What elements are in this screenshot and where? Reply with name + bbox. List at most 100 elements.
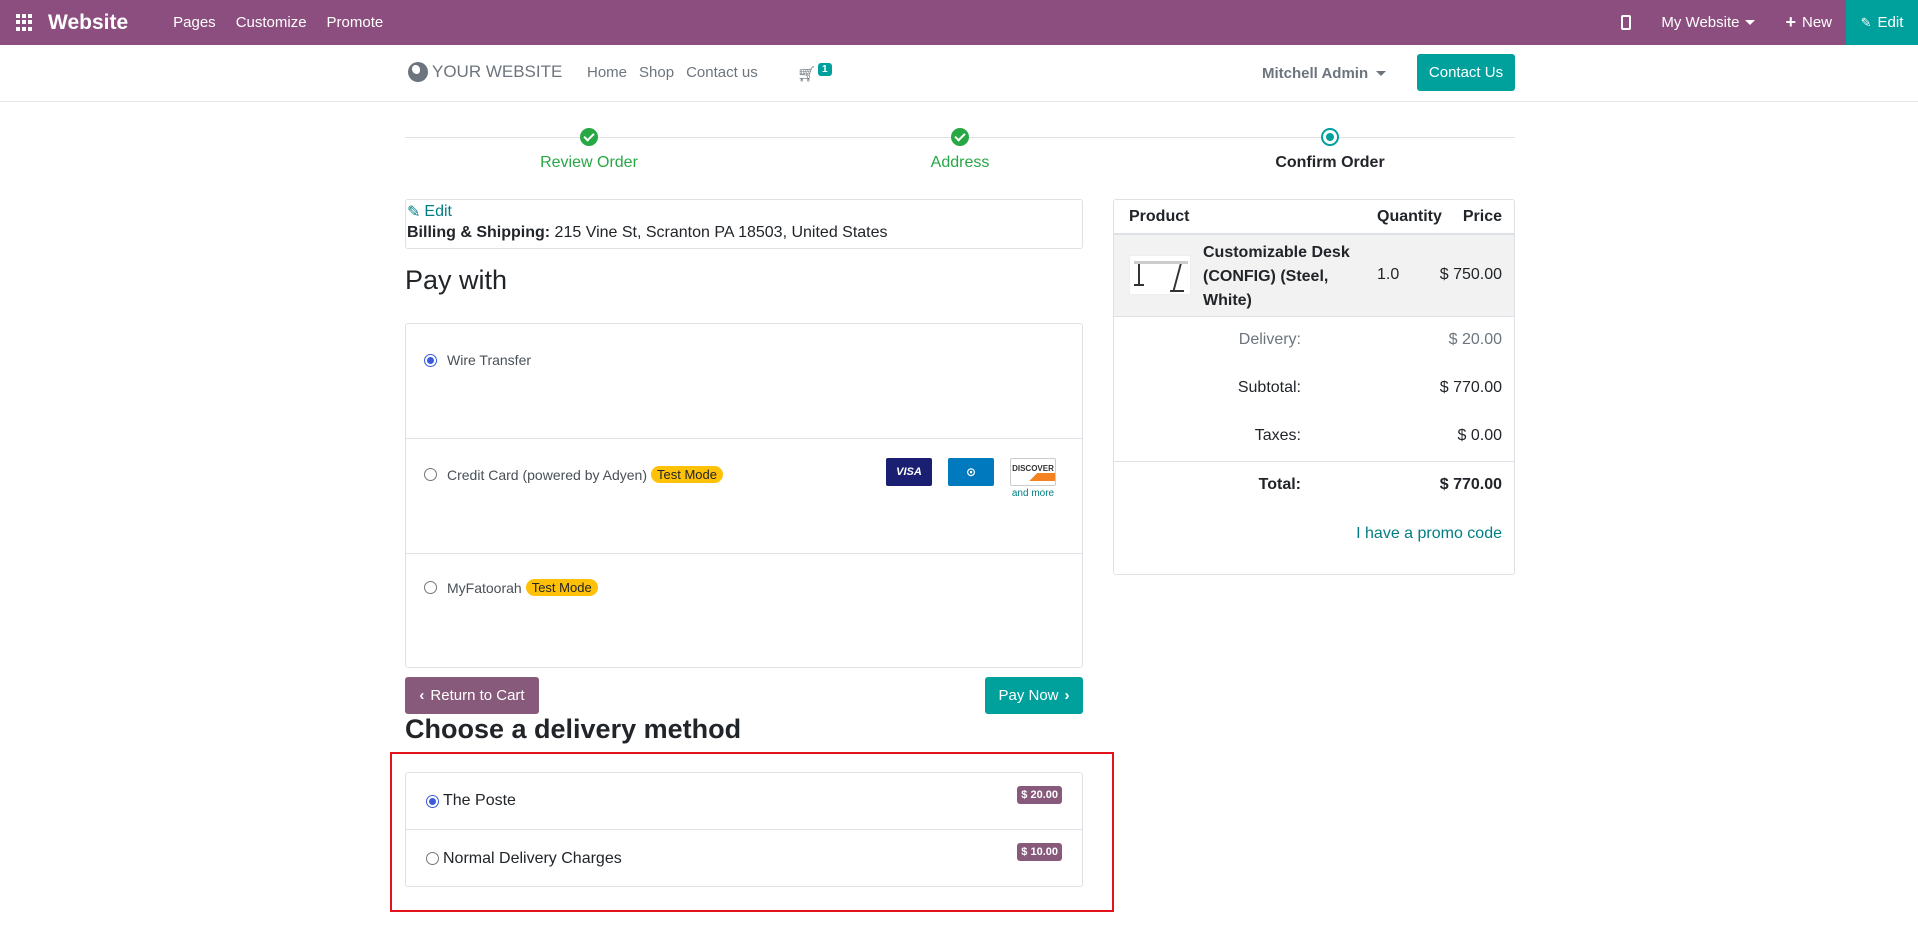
- new-button[interactable]: + New: [1785, 12, 1832, 33]
- payment-option-myfatoorah[interactable]: MyFatoorah Test Mode: [406, 554, 1082, 669]
- return-to-cart-button[interactable]: ‹ Return to Cart: [405, 677, 539, 714]
- taxes-label: Taxes:: [1254, 427, 1301, 444]
- delivery-method-heading: Choose a delivery method: [405, 714, 742, 744]
- chevron-right-icon: ›: [1064, 687, 1070, 704]
- site-header: YOUR WEBSITE Home Shop Contact us 🛒︎ 1 M…: [0, 45, 1918, 102]
- website-selector-label: My Website: [1661, 14, 1740, 31]
- pay-with-heading: Pay with: [405, 265, 508, 295]
- test-mode-badge: Test Mode: [525, 579, 598, 596]
- edit-address-link[interactable]: ✎ Edit: [407, 202, 1081, 222]
- shopping-cart-icon: 🛒︎: [797, 66, 817, 83]
- product-price: $ 750.00: [1439, 266, 1502, 283]
- subtotal-value: $ 770.00: [1439, 379, 1502, 396]
- pay-now-label: Pay Now: [998, 687, 1059, 704]
- step-label: Address: [930, 154, 990, 171]
- taxes-row: Taxes: $ 0.00: [1114, 413, 1514, 461]
- address-card: ✎ Edit Billing & Shipping: 215 Vine St, …: [405, 199, 1083, 249]
- billing-shipping-address: 215 Vine St, Scranton PA 18503, United S…: [554, 224, 888, 241]
- check-circle-icon: [580, 128, 598, 146]
- new-button-label: New: [1801, 14, 1832, 31]
- pencil-icon: ✎: [1860, 14, 1872, 30]
- discover-logo-group: DISCOVER and more: [1010, 458, 1056, 499]
- site-logo[interactable]: YOUR WEBSITE: [408, 62, 562, 82]
- subtotal-label: Subtotal:: [1237, 379, 1301, 396]
- nav-home[interactable]: Home: [587, 64, 627, 81]
- diners-club-logo: ⊙: [948, 458, 994, 486]
- nav-shop[interactable]: Shop: [639, 64, 674, 81]
- cart-link[interactable]: 🛒︎ 1: [797, 63, 832, 83]
- and-more-link[interactable]: and more: [1010, 488, 1056, 499]
- user-name: Mitchell Admin: [1262, 65, 1369, 82]
- menu-promote[interactable]: Promote: [327, 14, 384, 31]
- site-nav: Home Shop Contact us: [587, 64, 758, 81]
- delivery-value: $ 20.00: [1448, 331, 1502, 348]
- chevron-left-icon: ‹: [419, 687, 425, 704]
- chevron-down-icon: [1376, 71, 1387, 76]
- edit-address-label: Edit: [424, 203, 452, 220]
- mobile-preview-icon[interactable]: [1621, 15, 1632, 30]
- payment-methods: Wire Transfer Credit Card (powered by Ad…: [405, 323, 1083, 668]
- edit-button-label: Edit: [1877, 14, 1904, 31]
- delivery-option-label: Normal Delivery Charges: [443, 849, 622, 867]
- cart-count-badge: 1: [818, 63, 832, 76]
- menu-pages[interactable]: Pages: [173, 14, 216, 31]
- site-logo-text: YOUR WEBSITE: [432, 62, 563, 81]
- order-summary: Product Quantity Price Customizable Desk…: [1113, 199, 1515, 575]
- edit-button[interactable]: ✎ Edit: [1846, 0, 1918, 45]
- radio-unchecked[interactable]: [424, 581, 437, 594]
- admin-navbar: Website Pages Customize Promote My Websi…: [0, 0, 1918, 45]
- user-menu[interactable]: Mitchell Admin: [1262, 65, 1387, 82]
- delivery-option-label: The Poste: [443, 792, 516, 809]
- edit-icon: ✎: [407, 204, 421, 221]
- discover-logo-text: DISCOVER: [1012, 463, 1054, 473]
- summary-header: Product Quantity Price: [1114, 200, 1514, 235]
- taxes-value: $ 0.00: [1457, 427, 1502, 444]
- test-mode-badge: Test Mode: [651, 466, 723, 483]
- product-quantity: 1.0: [1377, 266, 1400, 283]
- radio-unchecked[interactable]: [424, 468, 437, 481]
- payment-option-credit-card[interactable]: Credit Card (powered by Adyen) Test Mode…: [406, 439, 1082, 554]
- pay-now-button[interactable]: Pay Now ›: [985, 677, 1083, 714]
- delivery-option-normal[interactable]: Normal Delivery Charges $ 10.00: [406, 830, 1082, 887]
- payment-option-wire-transfer[interactable]: Wire Transfer: [406, 324, 1082, 439]
- card-logos: VISA ⊙ DISCOVER and more: [886, 458, 1056, 499]
- globe-icon: [408, 62, 428, 82]
- delivery-option-the-poste[interactable]: The Poste $ 20.00: [406, 773, 1082, 830]
- check-circle-icon: [951, 128, 969, 146]
- table-row: Customizable Desk (CONFIG) (Steel, White…: [1114, 235, 1514, 317]
- checkout-progress: Review Order Address Confirm Order: [405, 128, 1515, 178]
- delivery-row: Delivery: $ 20.00: [1114, 317, 1514, 365]
- website-selector[interactable]: My Website: [1661, 14, 1756, 31]
- menu-customize[interactable]: Customize: [236, 14, 307, 31]
- admin-right-controls: My Website + New ✎ Edit: [1621, 0, 1918, 45]
- payment-option-label: Credit Card (powered by Adyen): [447, 466, 647, 483]
- billing-shipping-line: Billing & Shipping: 215 Vine St, Scranto…: [407, 224, 1081, 242]
- discover-logo: DISCOVER: [1010, 458, 1056, 486]
- delivery-label: Delivery:: [1238, 331, 1301, 348]
- step-address[interactable]: Address: [860, 128, 1060, 172]
- radio-checked[interactable]: [426, 794, 439, 808]
- chevron-down-icon: [1745, 20, 1756, 25]
- delivery-methods: The Poste $ 20.00 Normal Delivery Charge…: [405, 772, 1083, 887]
- step-review-order[interactable]: Review Order: [489, 128, 689, 172]
- delivery-price-badge: $ 20.00: [1017, 786, 1062, 804]
- subtotal-row: Subtotal: $ 770.00: [1114, 365, 1514, 413]
- radio-unchecked[interactable]: [426, 852, 439, 865]
- billing-shipping-heading: Billing & Shipping:: [407, 224, 551, 241]
- product-name: Customizable Desk (CONFIG) (Steel, White…: [1203, 244, 1350, 309]
- col-quantity: Quantity: [1377, 207, 1442, 225]
- step-label: Review Order: [540, 154, 638, 171]
- payment-option-label: Wire Transfer: [447, 352, 532, 368]
- app-brand[interactable]: Website: [48, 11, 128, 35]
- apps-menu-icon[interactable]: [16, 13, 34, 32]
- step-label: Confirm Order: [1275, 154, 1385, 171]
- contact-us-button[interactable]: Contact Us: [1417, 54, 1515, 91]
- col-price: Price: [1462, 207, 1502, 225]
- discover-stripe: [1011, 472, 1055, 481]
- visa-logo: VISA: [886, 458, 932, 486]
- current-step-icon: [1321, 128, 1339, 146]
- nav-contact-us[interactable]: Contact us: [686, 64, 758, 81]
- promo-code-link[interactable]: I have a promo code: [1356, 525, 1502, 543]
- radio-checked[interactable]: [424, 353, 437, 367]
- return-to-cart-label: Return to Cart: [430, 687, 525, 704]
